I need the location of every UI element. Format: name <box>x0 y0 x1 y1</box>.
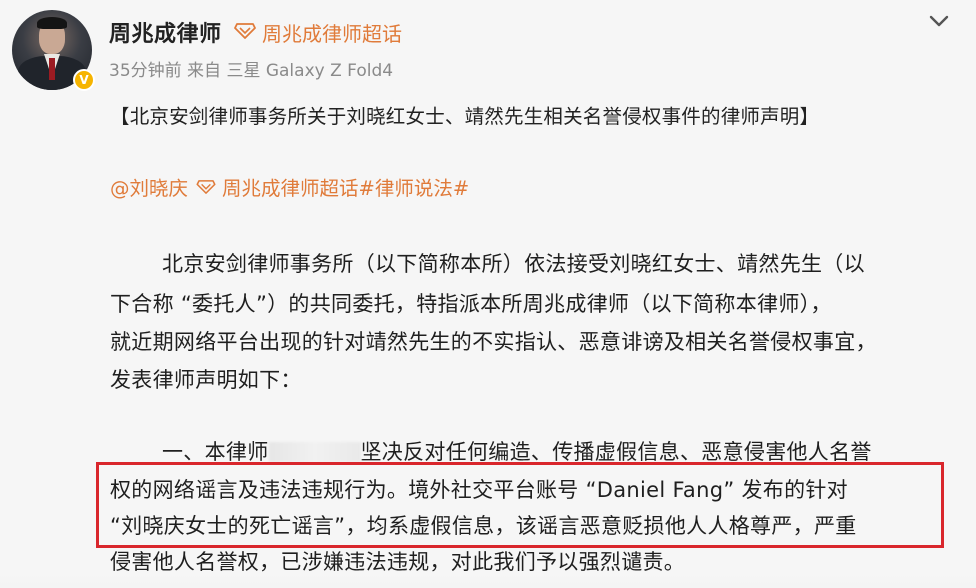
chevron-down-icon[interactable] <box>926 10 952 32</box>
topic-hashtag-link[interactable]: 周兆成律师超话#律师说法# <box>222 177 469 200</box>
clause-rest: 坚决反对任何编造、传播虚假信息、恶意侵害他人名誉 <box>360 440 872 464</box>
body-line: 北京安剑律师事务所（以下简称本所）依法接受刘晓红女士、靖然先生（以 <box>162 252 865 276</box>
avatar-hair <box>37 17 67 29</box>
verified-badge-icon: V <box>73 69 95 91</box>
avatar-tie <box>49 58 55 80</box>
body-line: 下合称 “委托人”）的共同委托，特指派本所周兆成律师（以下简称本律师）， <box>110 292 832 316</box>
body-line: 就近期网络平台出现的针对靖然先生的不实指认、恶意诽谤及相关名誉侵权事宜， <box>110 330 877 354</box>
mentions-line: @刘晓庆 周兆成律师超话#律师说法# <box>110 172 469 201</box>
red-highlight-box <box>96 462 944 548</box>
bottom-fade <box>0 572 976 588</box>
post-meta: 35分钟前 来自 三星 Galaxy Z Fold4 <box>109 61 394 81</box>
screenshot-frame: V 周兆成律师 周兆成律师超话 35分钟前 来自 三星 Galaxy Z Fol… <box>0 0 976 588</box>
body-line: 发表律师声明如下： <box>110 368 302 392</box>
author-name[interactable]: 周兆成律师 <box>109 16 222 48</box>
super-topic-diamond-icon <box>234 23 256 39</box>
clause-start: 一、本律师 <box>162 440 269 464</box>
post-title: 【北京安剑律师事务所关于刘晓红女士、靖然先生相关名誉侵权事件的律师声明】 <box>110 105 820 128</box>
mention-user-link[interactable]: @刘晓庆 <box>110 177 188 200</box>
weibo-post-card: V 周兆成律师 周兆成律师超话 35分钟前 来自 三星 Galaxy Z Fol… <box>0 0 976 588</box>
super-topic-diamond-icon <box>196 180 216 194</box>
super-topic-link[interactable]: 周兆成律师超话 <box>262 18 402 47</box>
blurred-region <box>268 442 361 462</box>
